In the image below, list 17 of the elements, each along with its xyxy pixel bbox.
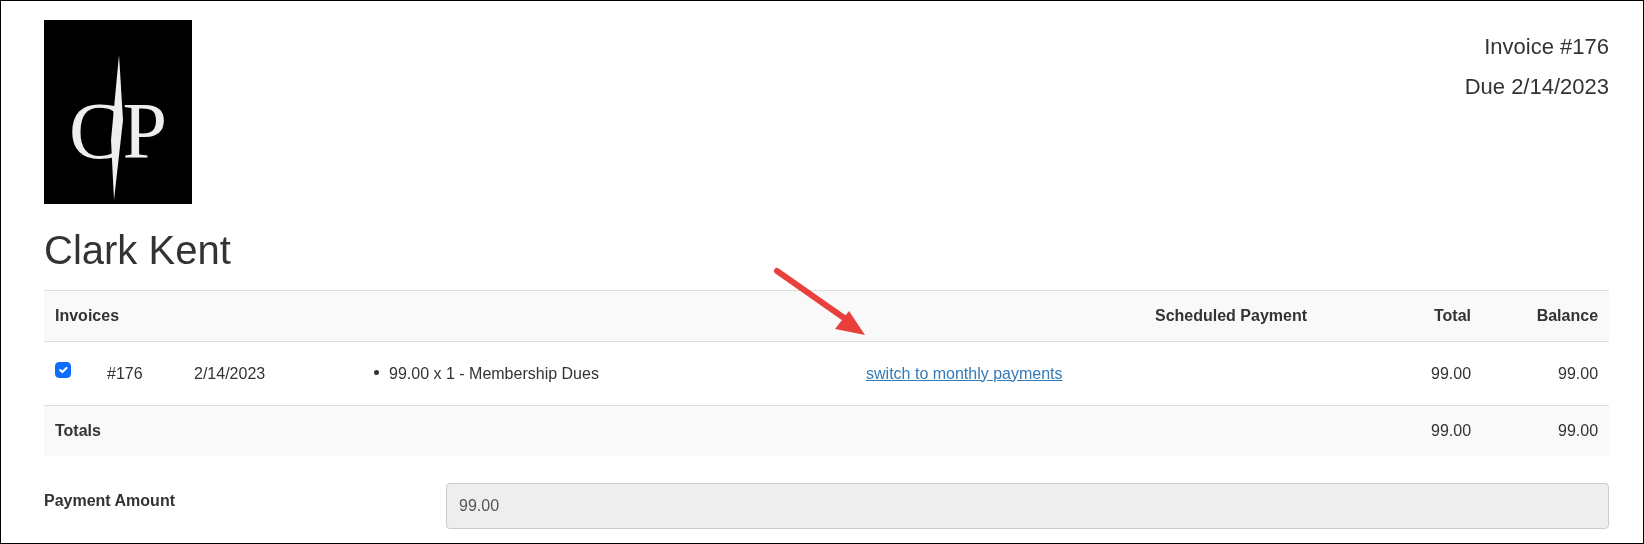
invoice-number: Invoice #176 bbox=[1483, 33, 1609, 61]
total-cell: 99.00 bbox=[1318, 405, 1483, 456]
customer-name: Clark Kent bbox=[44, 228, 232, 272]
bullet-icon bbox=[374, 369, 379, 375]
balance-cell: 99.00 bbox=[1482, 341, 1610, 406]
invoice-checkbox[interactable] bbox=[55, 361, 71, 378]
column-header: Total bbox=[1318, 290, 1483, 342]
due-date: Due 2/14/2023 bbox=[1464, 73, 1609, 101]
invoice-number-cell: #176 bbox=[96, 341, 183, 406]
balance-cell: 99.00 bbox=[1482, 405, 1610, 456]
totals-label: Totals bbox=[44, 405, 1319, 456]
payment-amount-label: Payment Amount bbox=[44, 490, 176, 511]
date-cell: 2/14/2023 bbox=[183, 341, 363, 406]
column-header: Balance bbox=[1482, 290, 1610, 342]
total-cell: 99.00 bbox=[1318, 341, 1483, 406]
line-item: 99.00 x 1 - Membership Dues bbox=[389, 363, 599, 384]
switch-link[interactable]: switch to monthly payments bbox=[866, 364, 1063, 382]
